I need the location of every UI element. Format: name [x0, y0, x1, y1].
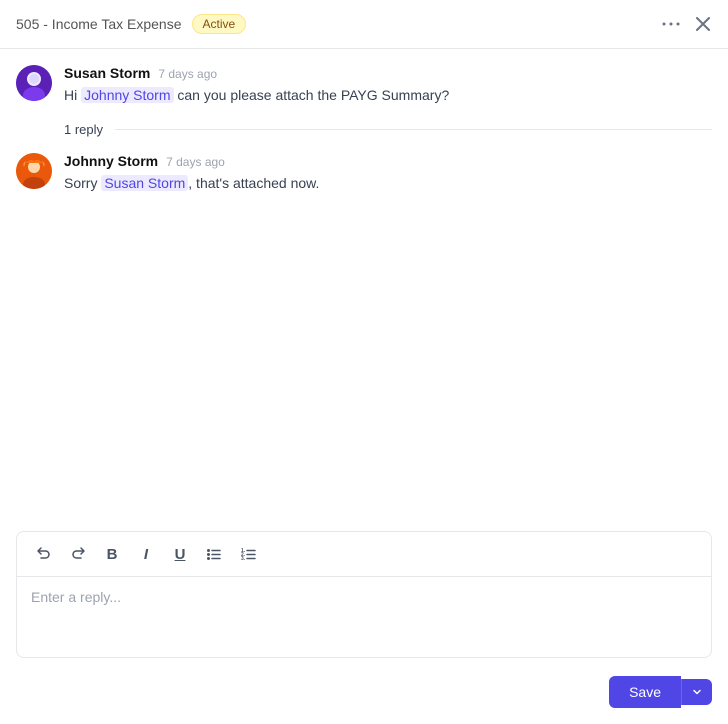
- reply-editor: B I U 1. 2. 3.: [16, 531, 712, 658]
- reply-placeholder: Enter a reply...: [31, 589, 121, 605]
- bullet-list-button[interactable]: [199, 540, 229, 568]
- main-message: Susan Storm 7 days ago Hi Johnny Storm c…: [16, 65, 712, 106]
- content-area: Susan Storm 7 days ago Hi Johnny Storm c…: [0, 49, 728, 523]
- svg-text:3.: 3.: [241, 556, 246, 562]
- ordered-list-button[interactable]: 1. 2. 3.: [233, 540, 263, 568]
- editor-toolbar: B I U 1. 2. 3.: [17, 532, 711, 577]
- reply-text-before: Sorry: [64, 175, 101, 191]
- reply-message: Johnny Storm 7 days ago Sorry Susan Stor…: [16, 153, 712, 194]
- bold-button[interactable]: B: [97, 540, 127, 568]
- more-options-button[interactable]: [660, 20, 682, 28]
- underline-icon: U: [175, 546, 186, 563]
- main-message-author: Susan Storm: [64, 65, 150, 81]
- italic-icon: I: [144, 546, 148, 563]
- main-message-time: 7 days ago: [158, 67, 217, 81]
- reply-message-text: Sorry Susan Storm, that's attached now.: [64, 173, 712, 194]
- underline-button[interactable]: U: [165, 540, 195, 568]
- replies-divider: 1 reply: [16, 122, 712, 137]
- footer: Save: [0, 666, 728, 724]
- header-actions: [660, 15, 712, 33]
- reply-text-after: , that's attached now.: [188, 175, 319, 191]
- save-button[interactable]: Save: [609, 676, 681, 708]
- reply-mention-susan: Susan Storm: [101, 175, 188, 191]
- main-text-after: can you please attach the PAYG Summary?: [174, 87, 450, 103]
- redo-button[interactable]: [63, 540, 93, 568]
- undo-button[interactable]: [29, 540, 59, 568]
- chevron-down-icon: [692, 687, 702, 697]
- bold-icon: B: [107, 546, 118, 563]
- save-dropdown-button[interactable]: [681, 679, 712, 705]
- divider-line: [115, 129, 712, 130]
- avatar-susan: [16, 65, 52, 101]
- reply-message-author: Johnny Storm: [64, 153, 158, 169]
- avatar-johnny: [16, 153, 52, 189]
- reply-message-time: 7 days ago: [166, 155, 225, 169]
- reply-message-header: Johnny Storm 7 days ago: [64, 153, 712, 169]
- reply-input[interactable]: Enter a reply...: [17, 577, 711, 657]
- active-badge: Active: [192, 14, 247, 34]
- main-mention-johnny: Johnny Storm: [81, 87, 173, 103]
- close-button[interactable]: [694, 15, 712, 33]
- replies-count: 1 reply: [64, 122, 103, 137]
- italic-button[interactable]: I: [131, 540, 161, 568]
- header: 505 - Income Tax Expense Active: [0, 0, 728, 49]
- main-message-body: Susan Storm 7 days ago Hi Johnny Storm c…: [64, 65, 712, 106]
- main-message-text: Hi Johnny Storm can you please attach th…: [64, 85, 712, 106]
- header-title: 505 - Income Tax Expense: [16, 16, 182, 32]
- reply-message-body: Johnny Storm 7 days ago Sorry Susan Stor…: [64, 153, 712, 194]
- main-text-before: Hi: [64, 87, 81, 103]
- main-message-header: Susan Storm 7 days ago: [64, 65, 712, 81]
